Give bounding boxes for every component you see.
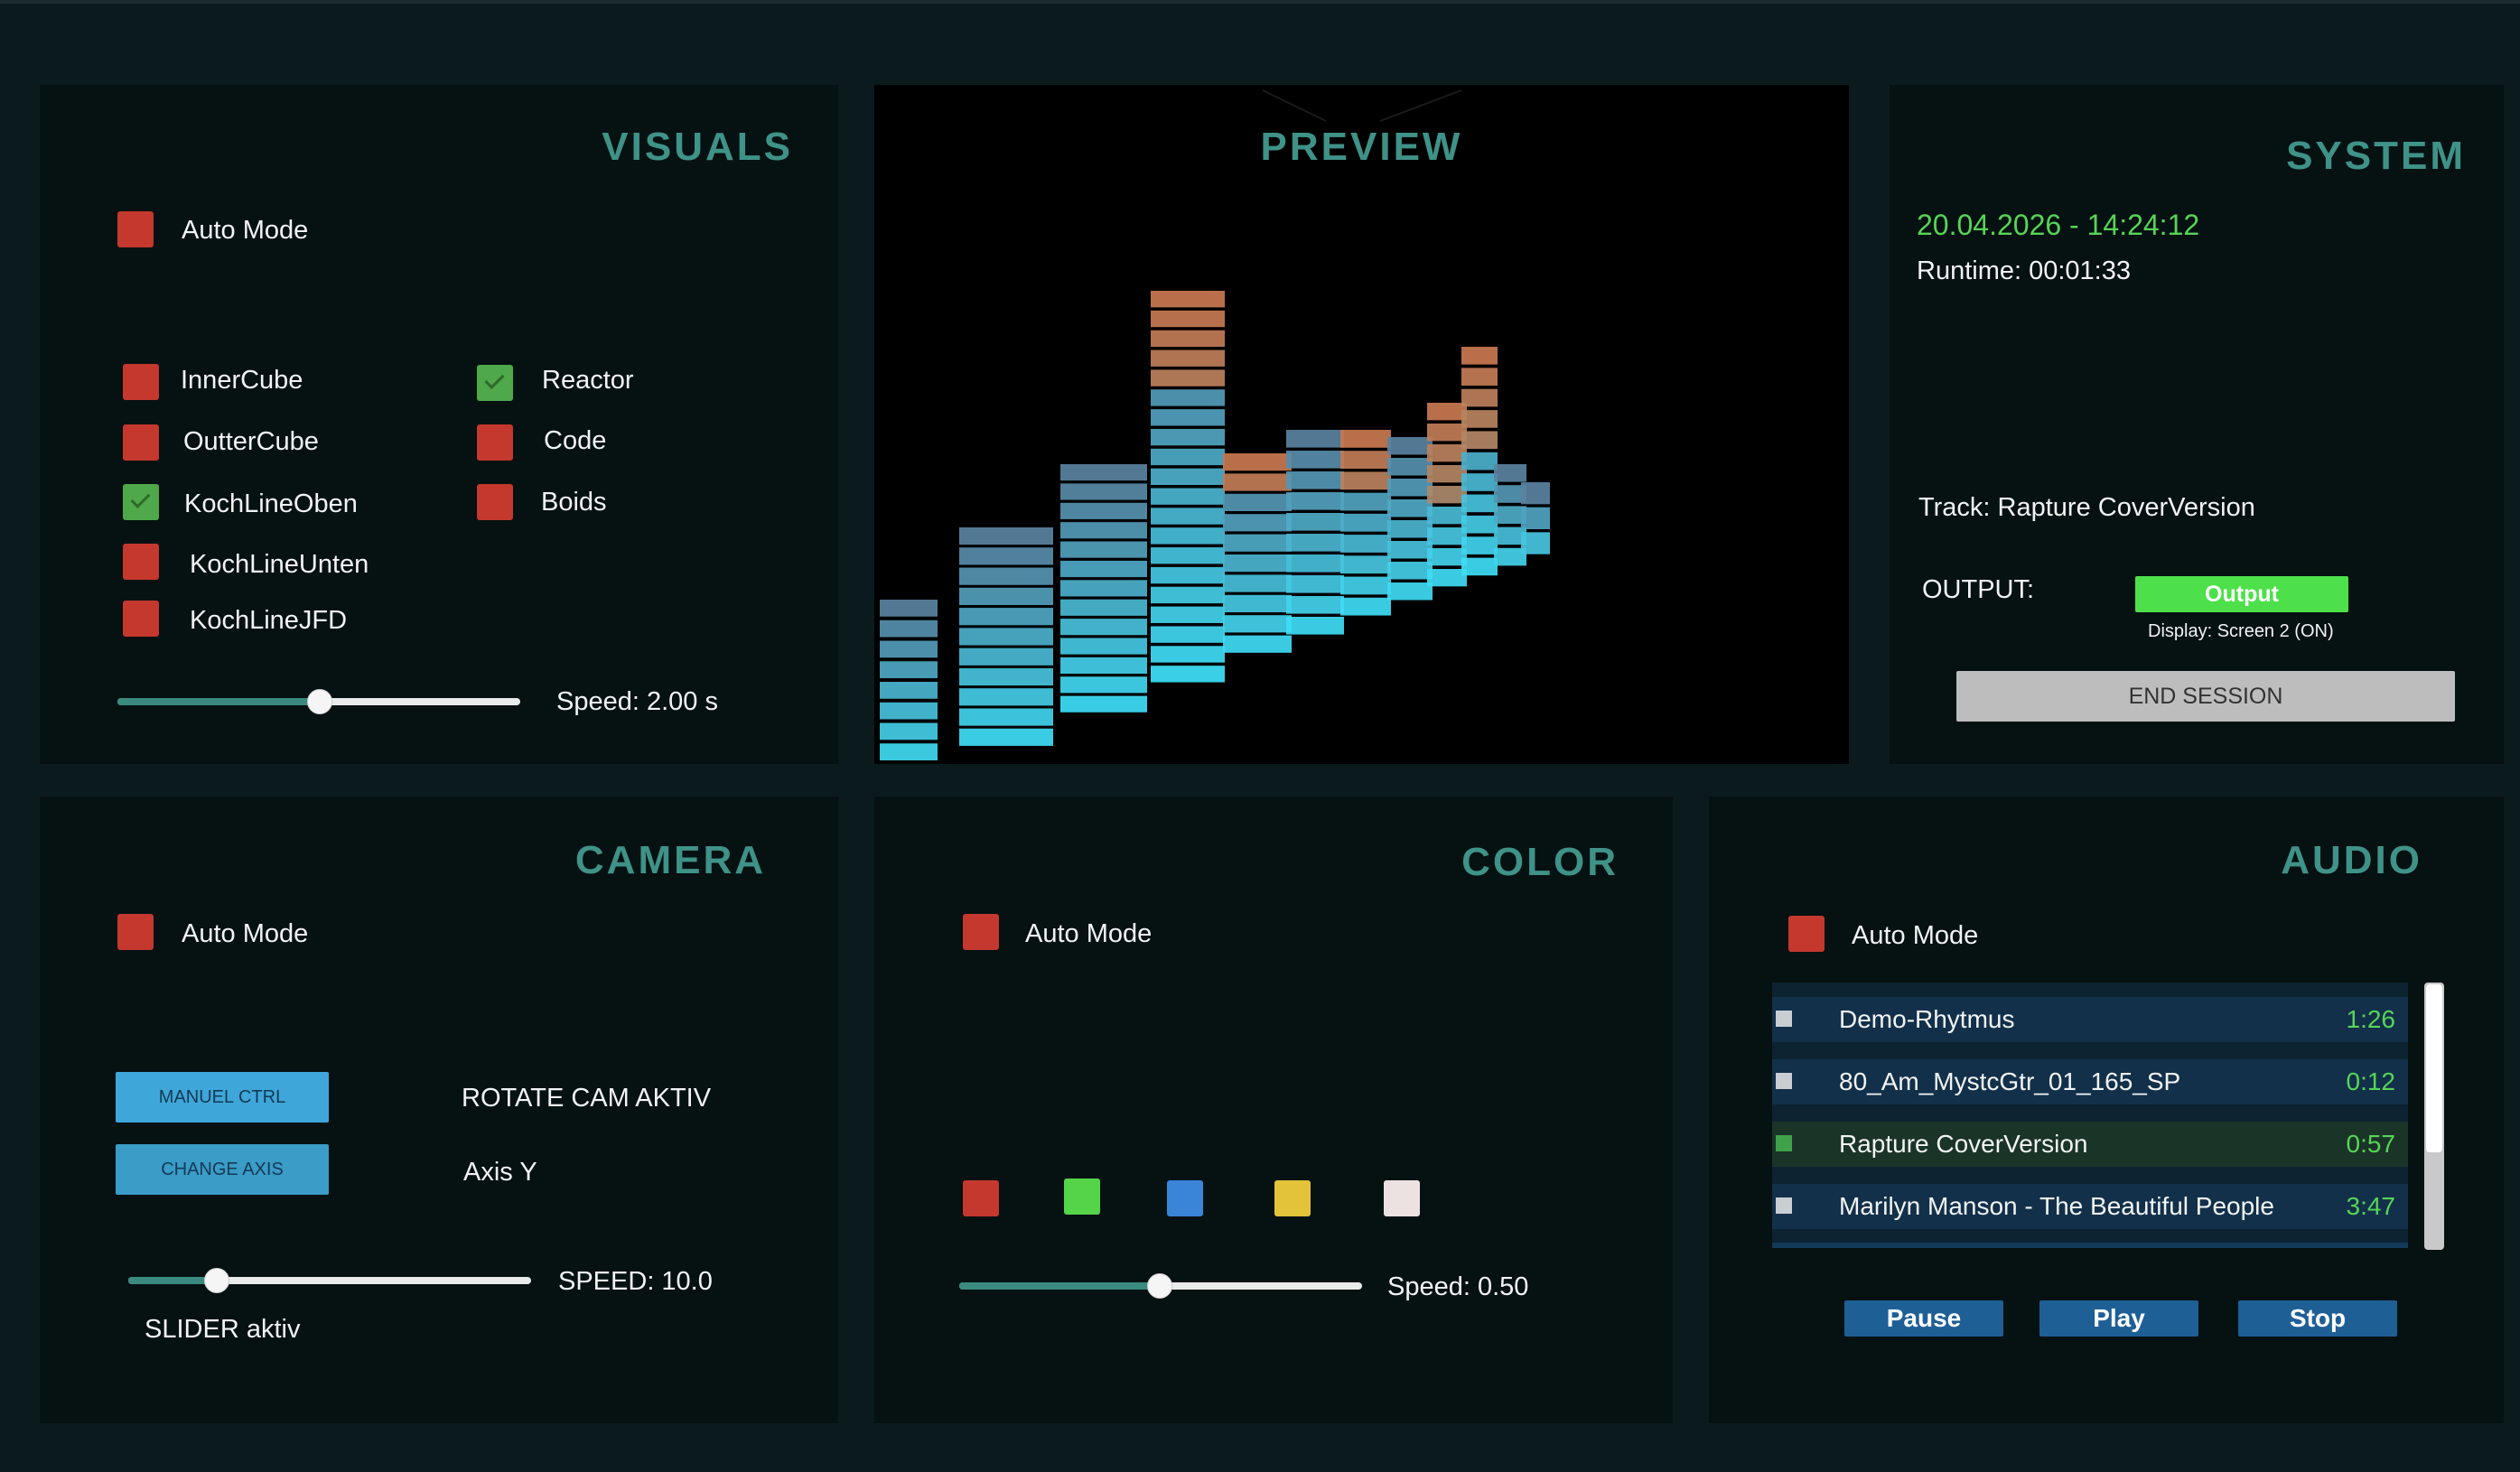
outtercube-checkbox[interactable] — [123, 424, 159, 461]
audio-auto-mode-label: Auto Mode — [1852, 921, 1979, 950]
color-swatch-blue[interactable] — [1167, 1180, 1203, 1216]
visuals-panel: VISUALS Auto Mode InnerCube OutterCube K… — [40, 85, 838, 764]
track-item[interactable]: Demo-Rhytmus 1:26 — [1772, 997, 2408, 1042]
window-top-border — [0, 0, 2520, 4]
track-duration: 3:47 — [2346, 1192, 2396, 1220]
display-status: Display: Screen 2 (ON) — [2148, 621, 2334, 641]
visuals-auto-mode-checkbox[interactable] — [117, 211, 154, 247]
change-axis-button[interactable]: CHANGE AXIS — [116, 1144, 329, 1195]
camera-title: CAMERA — [574, 838, 766, 882]
track-duration: 0:12 — [2346, 1067, 2396, 1095]
camera-auto-mode-checkbox[interactable] — [117, 914, 154, 950]
track-duration: 0:57 — [2346, 1130, 2396, 1158]
visuals-auto-mode-label: Auto Mode — [182, 216, 309, 245]
kochlineoben-label: KochLineOben — [184, 489, 358, 518]
track-name: 80_Am_MystcGtr_01_165_SP — [1839, 1067, 2181, 1095]
output-label: OUTPUT: — [1922, 575, 2035, 604]
stop-button[interactable]: Stop — [2238, 1300, 2397, 1337]
color-title: COLOR — [1461, 840, 1619, 884]
boids-checkbox[interactable] — [477, 484, 513, 520]
kochlineunten-checkbox[interactable] — [123, 544, 159, 580]
visuals-slider-fill — [117, 698, 320, 705]
system-title: SYSTEM — [2286, 134, 2466, 178]
outtercube-label: OutterCube — [183, 427, 319, 456]
pause-button[interactable]: Pause — [1844, 1300, 2003, 1337]
track-name: Demo-Rhytmus — [1839, 1005, 2015, 1033]
track-name: Rapture CoverVersion — [1839, 1130, 2088, 1158]
preview-visualization — [880, 89, 1550, 760]
audio-title: AUDIO — [2281, 838, 2422, 882]
axis-status: Axis Y — [463, 1158, 537, 1187]
color-swatch-red[interactable] — [963, 1180, 999, 1216]
camera-panel: CAMERA Auto Mode MANUEL CTRL ROTATE CAM … — [40, 797, 838, 1423]
track-list-bottom-edge — [1772, 1243, 2408, 1248]
preview-title: PREVIEW — [1260, 125, 1463, 169]
visuals-title: VISUALS — [602, 125, 793, 169]
color-speed-label: Speed: 0.50 — [1387, 1272, 1529, 1301]
output-button[interactable]: Output — [2135, 576, 2348, 612]
kochlinejfd-label: KochLineJFD — [190, 606, 348, 635]
system-runtime: Runtime: 00:01:33 — [1917, 256, 2131, 285]
track-list-scrollbar[interactable] — [2424, 983, 2444, 1250]
system-panel: SYSTEM 20.04.2026 - 14:24:12 Runtime: 00… — [1890, 85, 2504, 764]
color-slider-knob[interactable] — [1147, 1273, 1172, 1299]
kochlinejfd-checkbox[interactable] — [123, 601, 159, 637]
track-duration: 1:26 — [2346, 1005, 2396, 1033]
reactor-label: Reactor — [542, 366, 634, 395]
track-status-indicator — [1776, 1135, 1792, 1151]
color-auto-mode-label: Auto Mode — [1025, 919, 1153, 948]
camera-speed-label: SPEED: 10.0 — [558, 1267, 713, 1296]
visuals-speed-slider[interactable] — [117, 689, 520, 714]
track-list-scrollbar-thumb[interactable] — [2426, 984, 2442, 1152]
system-track: Track: Rapture CoverVersion — [1918, 493, 2255, 522]
track-status-indicator — [1776, 1197, 1792, 1214]
system-datetime: 20.04.2026 - 14:24:12 — [1917, 209, 2200, 241]
track-name: Marilyn Manson - The Beautiful People — [1839, 1192, 2274, 1220]
visuals-slider-knob[interactable] — [307, 689, 332, 714]
rotate-cam-status: ROTATE CAM AKTIV — [462, 1084, 712, 1113]
track-item[interactable]: 80_Am_MystcGtr_01_165_SP 0:12 — [1772, 1059, 2408, 1104]
track-item[interactable]: Rapture CoverVersion 0:57 — [1772, 1122, 2408, 1167]
audio-auto-mode-checkbox[interactable] — [1788, 916, 1825, 952]
color-swatch-yellow[interactable] — [1274, 1180, 1311, 1216]
color-speed-slider[interactable] — [959, 1273, 1362, 1299]
track-status-indicator — [1776, 1073, 1792, 1089]
track-item[interactable]: Marilyn Manson - The Beautiful People 3:… — [1772, 1184, 2408, 1229]
innercube-checkbox[interactable] — [123, 364, 159, 400]
kochlineoben-checkbox[interactable] — [123, 484, 159, 520]
color-slider-fill — [959, 1282, 1162, 1290]
color-panel: COLOR Auto Mode Speed: 0.50 — [874, 797, 1673, 1423]
code-label: Code — [544, 426, 607, 455]
play-button[interactable]: Play — [2039, 1300, 2198, 1337]
code-checkbox[interactable] — [477, 424, 513, 461]
track-status-indicator — [1776, 1011, 1792, 1027]
manual-ctrl-button[interactable]: MANUEL CTRL — [116, 1072, 329, 1123]
visuals-speed-label: Speed: 2.00 s — [556, 687, 718, 716]
innercube-label: InnerCube — [181, 366, 303, 395]
color-swatch-white[interactable] — [1384, 1180, 1420, 1216]
color-auto-mode-checkbox[interactable] — [963, 914, 999, 950]
preview-panel: PREVIEW — [874, 85, 1849, 764]
camera-slider-status: SLIDER aktiv — [145, 1315, 301, 1344]
camera-speed-slider[interactable] — [128, 1268, 531, 1293]
color-swatch-green[interactable] — [1064, 1179, 1100, 1215]
camera-slider-knob[interactable] — [204, 1268, 229, 1293]
camera-auto-mode-label: Auto Mode — [182, 919, 309, 948]
end-session-button[interactable]: END SESSION — [1956, 671, 2455, 722]
kochlineunten-label: KochLineUnten — [190, 550, 369, 579]
boids-label: Boids — [541, 488, 607, 517]
reactor-checkbox[interactable] — [477, 365, 513, 401]
